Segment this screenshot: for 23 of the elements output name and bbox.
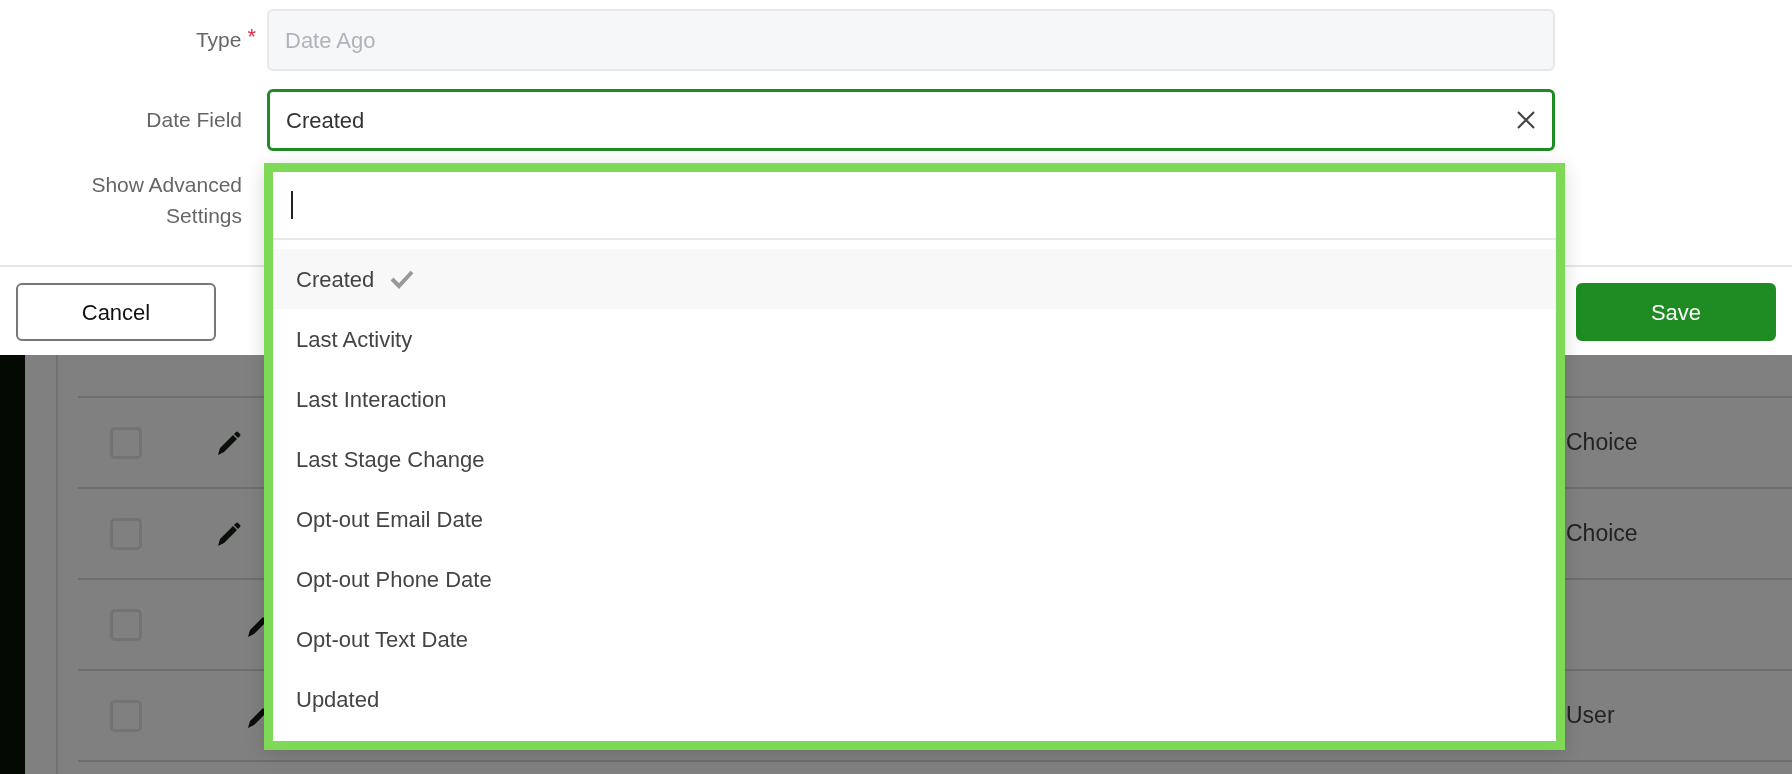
save-button[interactable]: Save: [1576, 283, 1776, 341]
select-field[interactable]: Created: [267, 89, 1555, 151]
dropdown-option[interactable]: Opt-out Phone Date: [273, 549, 1556, 609]
settings-label: Show Advanced Settings: [90, 172, 242, 229]
dropdown-option[interactable]: Opt-out Email Date: [273, 489, 1556, 549]
dropdown-option[interactable]: Last Interaction: [273, 369, 1556, 429]
check-icon: [390, 269, 415, 289]
dropdown-option[interactable]: Updated: [273, 669, 1556, 729]
table-cell-text: Choice: [1566, 428, 1639, 458]
clear-icon[interactable]: [1516, 110, 1536, 130]
table-cell-text: User: [1566, 701, 1616, 731]
cancel-button[interactable]: Cancel: [16, 283, 216, 341]
dropdown-option[interactable]: Created: [273, 249, 1556, 309]
dropdown-option[interactable]: Last Activity: [273, 309, 1556, 369]
dropdown-option[interactable]: Last Stage Change: [273, 429, 1556, 489]
field-label: Type: [195, 27, 242, 53]
required-mark: *: [247, 23, 256, 51]
dropdown-option[interactable]: Opt-out Text Date: [273, 609, 1556, 669]
pencil-icon[interactable]: [215, 429, 241, 456]
pencil-icon[interactable]: [215, 520, 241, 547]
table-cell-text: Choice: [1566, 519, 1639, 549]
input-field: Date Ago: [267, 9, 1555, 71]
field-label: Date Field: [146, 107, 242, 133]
